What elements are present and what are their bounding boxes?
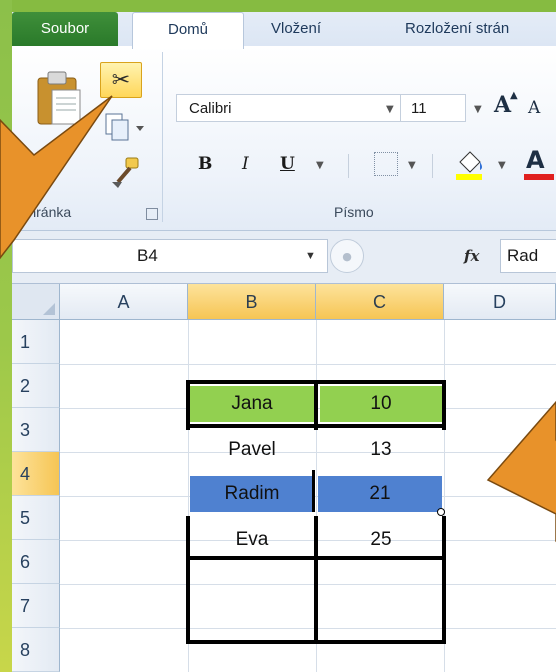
- table-border: [186, 380, 446, 384]
- gridline: [60, 584, 556, 585]
- row-header-4[interactable]: 4: [12, 452, 60, 496]
- separator: [432, 154, 433, 178]
- slide-frame-top: [0, 0, 556, 12]
- table-border: [442, 380, 446, 430]
- table-border: [442, 516, 446, 644]
- row-header-5[interactable]: 5: [12, 496, 60, 540]
- font-name-dropdown-icon[interactable]: ▼: [386, 104, 394, 115]
- cell-b2[interactable]: Jana: [190, 386, 314, 422]
- cell-c3[interactable]: 13: [320, 432, 442, 468]
- paste-icon[interactable]: [34, 68, 84, 126]
- format-painter-icon[interactable]: [108, 154, 142, 190]
- chevron-down-icon[interactable]: ▼: [305, 240, 316, 272]
- table-border: [186, 380, 190, 430]
- gridline: [60, 364, 556, 365]
- tab-page-layout[interactable]: Rozložení strán: [405, 12, 509, 46]
- font-name-input[interactable]: Calibri: [176, 94, 412, 122]
- clipboard-launcher-icon[interactable]: [146, 208, 158, 220]
- tab-insert[interactable]: Vložení: [271, 12, 321, 46]
- tab-home[interactable]: Domů: [132, 12, 244, 49]
- borders-dropdown-icon[interactable]: ▼: [408, 160, 416, 171]
- copy-icon: [105, 113, 144, 141]
- bold-button[interactable]: B: [198, 150, 212, 178]
- ribbon-tabs: Soubor Domů Vložení Rozložení strán: [12, 12, 556, 49]
- excel-window: Soubor Domů Vložení Rozložení strán zit …: [12, 12, 556, 672]
- clipboard-group-label: Schránka: [12, 204, 72, 220]
- cell-c2[interactable]: 10: [320, 386, 442, 422]
- fill-color-dropdown-icon[interactable]: ▼: [498, 160, 506, 171]
- grow-font-button[interactable]: A: [494, 92, 511, 118]
- font-color-swatch: [524, 174, 554, 180]
- italic-button[interactable]: I: [242, 150, 249, 178]
- fill-color-icon[interactable]: [454, 148, 490, 182]
- table-border: [186, 516, 190, 644]
- row-header-3[interactable]: 3: [12, 408, 60, 452]
- cell-b3[interactable]: Pavel: [190, 432, 314, 468]
- separator: [348, 154, 349, 178]
- cell-b4[interactable]: Radim: [190, 476, 314, 512]
- column-header-a[interactable]: A: [60, 284, 188, 320]
- cell-c5[interactable]: 25: [320, 522, 442, 558]
- table-border: [314, 516, 318, 644]
- select-all-button[interactable]: [12, 284, 60, 320]
- shrink-font-button[interactable]: A: [528, 98, 540, 118]
- table-border: [314, 380, 318, 430]
- borders-icon[interactable]: [374, 152, 398, 176]
- name-box-value: B4: [137, 246, 158, 265]
- font-size-dropdown-icon[interactable]: ▼: [474, 104, 482, 115]
- scissors-icon: ✂: [111, 67, 131, 93]
- chevron-down-icon[interactable]: ▼: [54, 166, 62, 177]
- cell-c4[interactable]: 21: [318, 476, 442, 512]
- font-size-input[interactable]: 11: [400, 94, 466, 122]
- row-header-1[interactable]: 1: [12, 320, 60, 364]
- font-group-label: Písmo: [334, 204, 374, 220]
- table-border: [186, 424, 446, 428]
- row-header-7[interactable]: 7: [12, 584, 60, 628]
- name-box[interactable]: B4 ▼: [12, 239, 328, 273]
- slide-frame-left: [0, 0, 12, 672]
- column-header-b[interactable]: B: [188, 284, 316, 320]
- tab-file[interactable]: Soubor: [12, 12, 118, 46]
- cut-button[interactable]: ✂: [100, 62, 142, 98]
- font-color-letter: A: [526, 146, 545, 174]
- paste-label[interactable]: zit: [58, 134, 72, 150]
- copy-button[interactable]: [102, 110, 146, 144]
- formula-bar: B4 ▼ ● fx Rad: [12, 231, 556, 284]
- row-header-8[interactable]: 8: [12, 628, 60, 672]
- table-border: [312, 470, 315, 512]
- column-header-c[interactable]: C: [316, 284, 444, 320]
- fill-handle[interactable]: [437, 508, 445, 516]
- cell-b5[interactable]: Eva: [190, 522, 314, 558]
- spreadsheet-grid: A B C D 1 2 3 4 5 6 7 8 Jana 10 Pavel 13…: [12, 284, 556, 672]
- column-header-d[interactable]: D: [444, 284, 556, 320]
- font-color-button[interactable]: A: [524, 146, 556, 180]
- group-divider: [162, 52, 163, 222]
- ribbon: zit ▼ ✂ Schránka Calibri ▼ 11 ▼ A ▲ A B …: [12, 46, 556, 231]
- table-border: [186, 640, 446, 644]
- increase-icon: ▲: [510, 90, 518, 101]
- cancel-circle-icon[interactable]: ●: [330, 239, 364, 273]
- insert-function-icon[interactable]: fx: [464, 247, 479, 265]
- underline-button[interactable]: U: [280, 150, 295, 178]
- table-border: [186, 556, 446, 560]
- gridline: [60, 628, 556, 629]
- formula-input[interactable]: Rad: [500, 239, 556, 273]
- row-header-2[interactable]: 2: [12, 364, 60, 408]
- underline-dropdown-icon[interactable]: ▼: [316, 160, 324, 171]
- row-header-6[interactable]: 6: [12, 540, 60, 584]
